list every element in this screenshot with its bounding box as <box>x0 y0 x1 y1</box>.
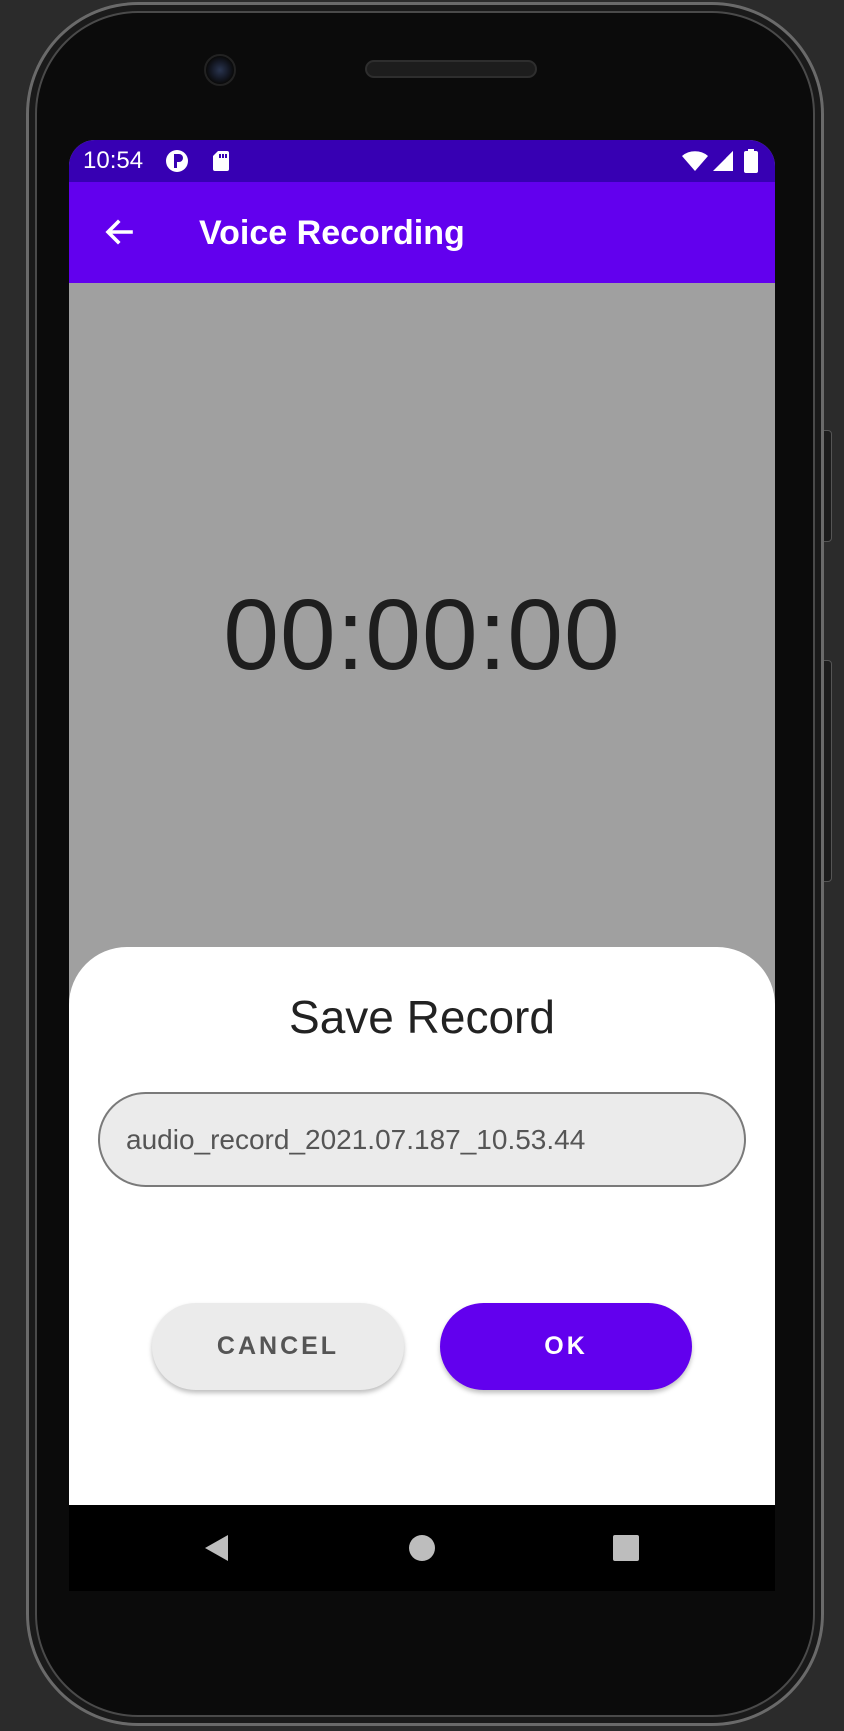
save-record-dialog: Save Record CANCEL OK <box>69 947 775 1505</box>
arrow-left-icon <box>105 219 133 245</box>
recording-timer: 00:00:00 <box>223 579 621 691</box>
nav-home-button[interactable] <box>400 1526 444 1570</box>
signal-icon <box>711 149 735 173</box>
nav-recents-icon <box>613 1535 639 1561</box>
nav-recents-button[interactable] <box>604 1526 648 1570</box>
wifi-icon <box>681 149 709 173</box>
front-camera <box>204 54 236 86</box>
nav-home-icon <box>409 1535 435 1561</box>
status-bar: 10:54 <box>69 140 775 182</box>
system-nav-bar <box>69 1505 775 1591</box>
app-bar: Voice Recording <box>69 182 775 283</box>
dialog-title: Save Record <box>289 991 555 1043</box>
ok-button[interactable]: OK <box>440 1303 692 1390</box>
back-button[interactable] <box>95 208 143 256</box>
status-time: 10:54 <box>83 147 144 174</box>
page-title: Voice Recording <box>199 214 465 252</box>
sd-card-icon <box>209 149 233 173</box>
device-frame-background: 10:54 Voice Recording 00:00:00 Save Reco… <box>0 0 844 1731</box>
earpiece-speaker <box>365 60 537 78</box>
filename-input[interactable] <box>98 1092 746 1187</box>
notification-p-icon <box>165 149 189 173</box>
app-screen: 10:54 Voice Recording 00:00:00 Save Reco… <box>69 140 775 1505</box>
nav-back-button[interactable] <box>195 1526 239 1570</box>
cancel-button[interactable]: CANCEL <box>152 1303 404 1390</box>
nav-back-icon <box>205 1535 228 1561</box>
battery-icon <box>743 149 759 173</box>
